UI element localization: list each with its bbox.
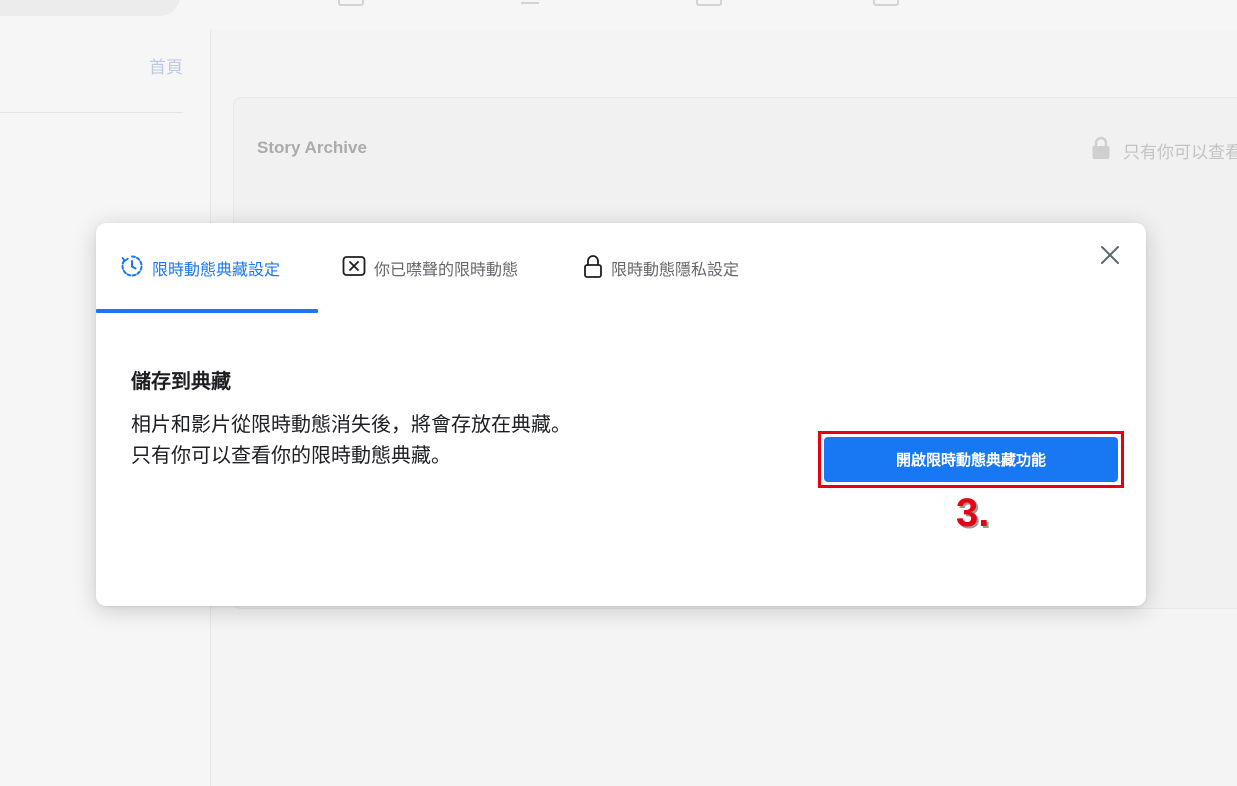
step-annotation: 3.	[956, 491, 990, 535]
card-title: Story Archive	[257, 138, 367, 157]
close-button[interactable]	[1096, 243, 1124, 271]
gaming-nav-icon[interactable]	[873, 0, 899, 6]
story-archive-settings-dialog: 限時動態典藏設定 你已噤聲的限時動態 限時動態隱私設定 儲存到典藏 相片和影片從…	[96, 223, 1146, 606]
search-bar[interactable]	[0, 0, 180, 16]
section-description: 相片和影片從限時動態消失後，將會存放在典藏。只有你可以查看你的限時動態典藏。	[131, 412, 571, 467]
top-navigation-bar	[0, 0, 1237, 30]
privacy-indicator: 只有你可以查看	[1091, 136, 1237, 165]
marketplace-nav-icon[interactable]	[696, 0, 722, 6]
enable-story-archive-button[interactable]: 開啟限時動態典藏功能	[824, 437, 1118, 482]
lock-icon	[1091, 136, 1111, 165]
tab-label: 限時動態隱私設定	[611, 260, 740, 279]
tab-archive-settings[interactable]: 限時動態典藏設定	[120, 223, 280, 313]
active-tab-indicator	[96, 309, 318, 313]
privacy-text: 只有你可以查看	[1123, 143, 1237, 163]
tab-story-privacy[interactable]: 限時動態隱私設定	[583, 223, 739, 313]
section-title: 儲存到典藏	[131, 369, 231, 393]
home-link[interactable]: 首頁	[149, 53, 183, 78]
tab-muted-stories[interactable]: 你已噤聲的限時動態	[342, 223, 518, 313]
sidebar-divider	[0, 112, 183, 113]
tab-label: 你已噤聲的限時動態	[374, 260, 519, 279]
highlight-box: 開啟限時動態典藏功能	[818, 431, 1124, 488]
tab-label: 限時動態典藏設定	[152, 260, 281, 279]
close-icon	[1100, 245, 1120, 269]
groups-nav-icon[interactable]	[338, 0, 364, 6]
settings-tabs: 限時動態典藏設定 你已噤聲的限時動態 限時動態隱私設定	[96, 223, 996, 313]
archive-clock-icon	[120, 254, 144, 282]
muted-x-icon	[342, 255, 366, 281]
lock-icon	[583, 254, 603, 282]
menu-nav-icon[interactable]	[521, 0, 539, 4]
